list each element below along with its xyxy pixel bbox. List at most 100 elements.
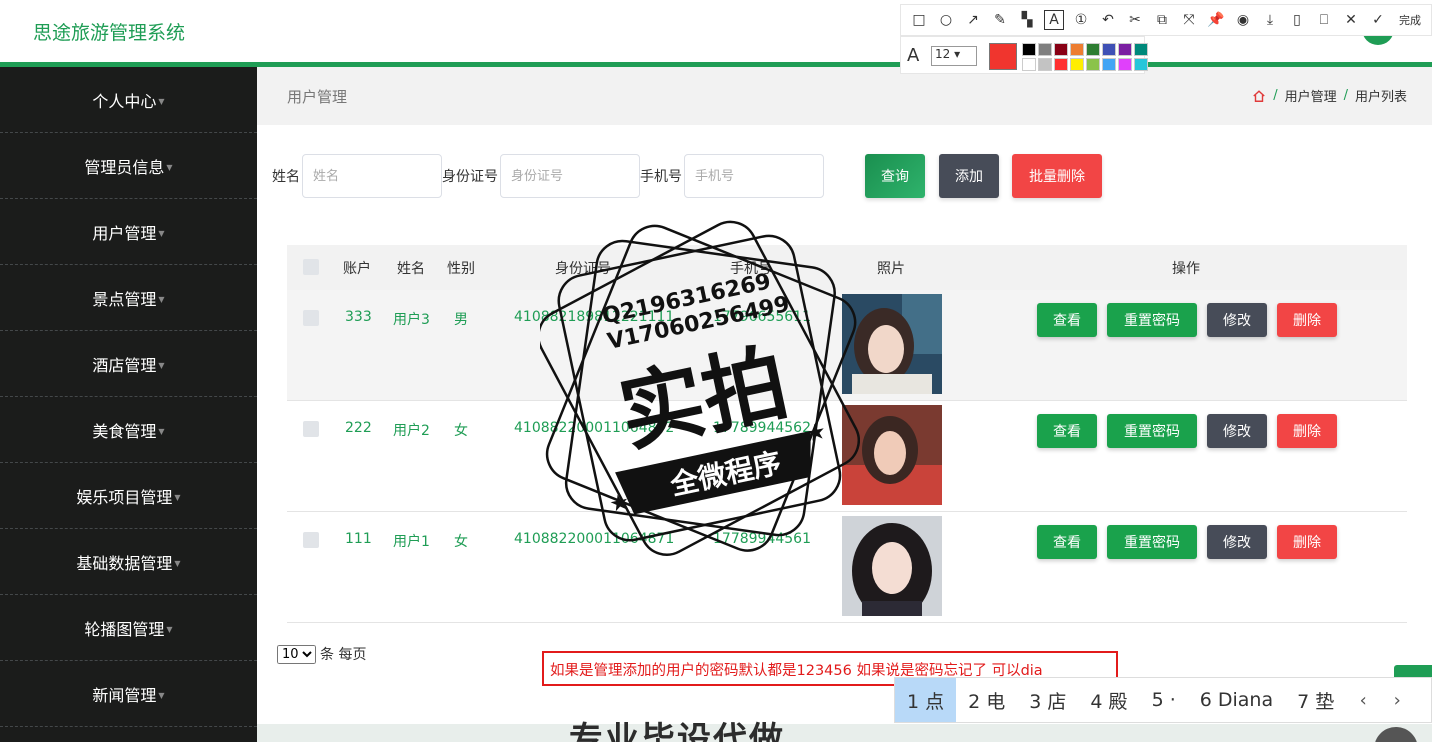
- row-checkbox[interactable]: [303, 421, 319, 437]
- color-swatch[interactable]: [1102, 43, 1116, 56]
- font-size-select[interactable]: 12 ▾: [931, 46, 977, 66]
- cell-gender: 女: [454, 423, 468, 439]
- table-row: 333 用户3 男 410882189812221111 17796655611…: [287, 290, 1407, 401]
- color-swatch[interactable]: [1134, 43, 1148, 56]
- ocr-icon[interactable]: ⧉: [1152, 10, 1172, 30]
- sidebar-item-basic-data-management[interactable]: 基础数据管理 ▼: [0, 529, 257, 595]
- color-swatch[interactable]: [1118, 43, 1132, 56]
- font-icon: A: [907, 45, 920, 66]
- breadcrumb-item[interactable]: 用户管理: [1285, 86, 1337, 105]
- color-swatch[interactable]: [1118, 58, 1132, 71]
- rectangle-tool-icon[interactable]: □: [909, 10, 929, 30]
- pen-tool-icon[interactable]: ✎: [990, 10, 1010, 30]
- ime-prev-icon[interactable]: ‹: [1346, 678, 1380, 722]
- sidebar-item-label: 酒店管理: [92, 355, 157, 375]
- color-swatch[interactable]: [1022, 58, 1036, 71]
- ime-candidate[interactable]: 3 店: [1017, 678, 1078, 722]
- record-icon[interactable]: ◉: [1233, 10, 1253, 30]
- pin-icon[interactable]: 📌: [1206, 10, 1226, 30]
- color-swatch[interactable]: [1070, 43, 1084, 56]
- row-checkbox[interactable]: [303, 310, 319, 326]
- caret-down-icon: ▼: [158, 97, 165, 106]
- download-icon[interactable]: ⤓: [1260, 10, 1280, 30]
- ime-candidate[interactable]: 7 垫: [1285, 678, 1346, 722]
- color-swatch[interactable]: [1134, 58, 1148, 71]
- sidebar-item-carousel-management[interactable]: 轮播图管理 ▼: [0, 595, 257, 661]
- color-swatch[interactable]: [1054, 58, 1068, 71]
- column-header-name: 姓名: [397, 261, 425, 277]
- color-swatch[interactable]: [1070, 58, 1084, 71]
- cell-id-number: 410882200011064872: [514, 420, 675, 436]
- sidebar-item-entertainment-management[interactable]: 娱乐项目管理 ▼: [0, 463, 257, 529]
- phone-input[interactable]: [684, 154, 824, 198]
- color-swatch[interactable]: [1086, 58, 1100, 71]
- ime-candidate[interactable]: 6 Diana: [1188, 678, 1285, 722]
- add-button[interactable]: 添加: [939, 154, 999, 198]
- mosaic-tool-icon[interactable]: ▚: [1017, 10, 1037, 30]
- color-swatch[interactable]: [1038, 43, 1052, 56]
- color-swatch[interactable]: [1022, 43, 1036, 56]
- color-swatch[interactable]: [1054, 43, 1068, 56]
- color-swatch[interactable]: [1038, 58, 1052, 71]
- user-photo[interactable]: [842, 516, 942, 616]
- check-icon[interactable]: ✓: [1368, 10, 1388, 30]
- done-button[interactable]: 完成: [1399, 12, 1421, 28]
- phone-icon[interactable]: ▯: [1287, 10, 1307, 30]
- delete-button[interactable]: 删除: [1277, 414, 1337, 448]
- cell-phone: 17789944562: [713, 420, 811, 436]
- reset-password-button[interactable]: 重置密码: [1107, 414, 1197, 448]
- current-color-swatch[interactable]: [989, 43, 1017, 70]
- sidebar-item-admin-info[interactable]: 管理员信息 ▼: [0, 133, 257, 199]
- number-tool-icon[interactable]: ①: [1071, 10, 1091, 30]
- color-swatch[interactable]: [1102, 58, 1116, 71]
- caret-down-icon: ▼: [158, 229, 165, 238]
- view-button[interactable]: 查看: [1037, 525, 1097, 559]
- batch-delete-button[interactable]: 批量删除: [1012, 154, 1102, 198]
- view-button[interactable]: 查看: [1037, 303, 1097, 337]
- cell-phone: 17789944561: [713, 531, 811, 547]
- cut-icon[interactable]: ✂: [1125, 10, 1145, 30]
- close-icon[interactable]: ✕: [1341, 10, 1361, 30]
- column-header-id-number: 身份证号: [555, 261, 611, 277]
- ime-candidate[interactable]: 2 电: [956, 678, 1017, 722]
- row-checkbox[interactable]: [303, 532, 319, 548]
- home-icon[interactable]: [1252, 89, 1266, 103]
- sidebar-item-user-management[interactable]: 用户管理 ▼: [0, 199, 257, 265]
- ime-next-icon[interactable]: ›: [1380, 678, 1414, 722]
- pagination: 10 条 每页: [277, 644, 366, 664]
- user-photo[interactable]: [842, 294, 942, 394]
- view-button[interactable]: 查看: [1037, 414, 1097, 448]
- table-row: 222 用户2 女 410882200011064872 17789944562…: [287, 401, 1407, 512]
- delete-button[interactable]: 删除: [1277, 525, 1337, 559]
- text-tool-icon[interactable]: A: [1044, 10, 1064, 30]
- select-all-checkbox[interactable]: [303, 259, 319, 275]
- ime-candidate[interactable]: 5 ·: [1140, 678, 1188, 722]
- edit-button[interactable]: 修改: [1207, 525, 1267, 559]
- phone-label: 手机号: [640, 169, 682, 185]
- translate-icon[interactable]: ⤧: [1179, 10, 1199, 30]
- reset-password-button[interactable]: 重置密码: [1107, 303, 1197, 337]
- bookmark-icon[interactable]: ⎕: [1314, 10, 1334, 30]
- id-number-input[interactable]: [500, 154, 640, 198]
- caret-down-icon: ▼: [158, 295, 165, 304]
- page-size-select[interactable]: 10: [277, 644, 316, 664]
- sidebar-item-scenic-management[interactable]: 景点管理 ▼: [0, 265, 257, 331]
- reset-password-button[interactable]: 重置密码: [1107, 525, 1197, 559]
- color-swatch[interactable]: [1086, 43, 1100, 56]
- ime-candidate[interactable]: 1 点: [895, 678, 957, 722]
- sidebar-item-hotel-management[interactable]: 酒店管理 ▼: [0, 331, 257, 397]
- arrow-tool-icon[interactable]: ↗: [963, 10, 983, 30]
- page-title: 用户管理: [287, 88, 348, 106]
- edit-button[interactable]: 修改: [1207, 414, 1267, 448]
- edit-button[interactable]: 修改: [1207, 303, 1267, 337]
- sidebar-item-food-management[interactable]: 美食管理 ▼: [0, 397, 257, 463]
- sidebar-item-news-management[interactable]: 新闻管理 ▼: [0, 661, 257, 727]
- ime-candidate[interactable]: 4 殿: [1078, 678, 1139, 722]
- ellipse-tool-icon[interactable]: ○: [936, 10, 956, 30]
- name-input[interactable]: [302, 154, 442, 198]
- sidebar-item-personal-center[interactable]: 个人中心 ▼: [0, 67, 257, 133]
- user-photo[interactable]: [842, 405, 942, 505]
- delete-button[interactable]: 删除: [1277, 303, 1337, 337]
- undo-icon[interactable]: ↶: [1098, 10, 1118, 30]
- query-button[interactable]: 查询: [865, 154, 925, 198]
